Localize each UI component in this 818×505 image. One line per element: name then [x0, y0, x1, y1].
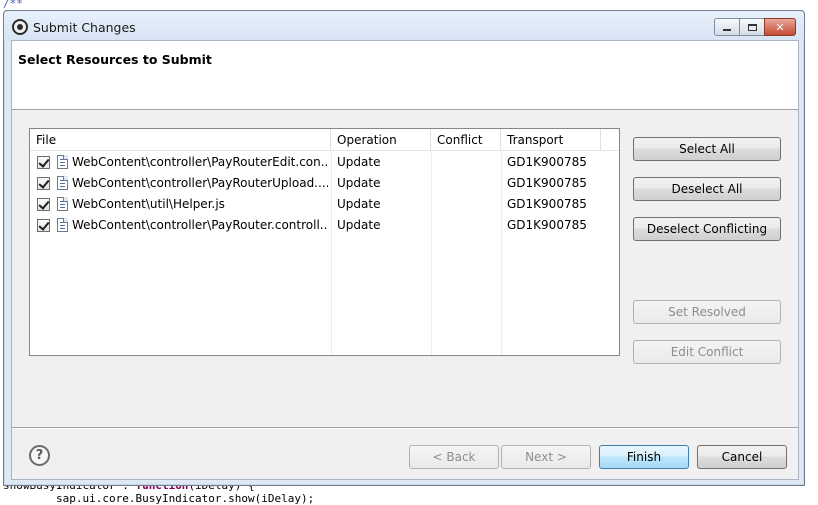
file-cell: WebContent\util\Helper.js [72, 197, 225, 211]
edit-conflict-button[interactable]: Edit Conflict [633, 340, 781, 364]
minimize-button[interactable] [714, 18, 740, 36]
deselect-all-button[interactable]: Deselect All [633, 177, 781, 201]
file-icon [57, 176, 68, 190]
help-icon[interactable]: ? [29, 445, 50, 466]
deselect-conflicting-button[interactable]: Deselect Conflicting [633, 217, 781, 241]
close-button[interactable]: ✕ [764, 18, 796, 36]
table-header: File Operation Conflict Transport [30, 129, 619, 151]
table-row[interactable]: WebContent\controller\PayRouterEdit.con.… [30, 152, 619, 173]
table-row[interactable]: WebContent\controller\PayRouter.controll… [30, 215, 619, 236]
dialog-header: Select Resources to Submit [12, 41, 798, 110]
transport-cell: GD1K900785 [507, 218, 587, 232]
footer-divider [12, 427, 798, 429]
transport-cell: GD1K900785 [507, 155, 587, 169]
file-icon [57, 197, 68, 211]
conflict-cell [437, 194, 499, 215]
operation-cell: Update [337, 218, 381, 232]
file-cell: WebContent\controller\PayRouterEdit.con.… [72, 155, 328, 169]
column-header-file[interactable]: File [30, 129, 331, 151]
close-icon: ✕ [775, 20, 785, 34]
dialog-body: Select Resources to Submit File Operatio… [11, 40, 799, 480]
resources-table[interactable]: File Operation Conflict Transport WebCon… [29, 128, 620, 356]
dialog-title: Submit Changes [33, 20, 136, 35]
finish-button[interactable]: Finish [599, 445, 689, 469]
table-row[interactable]: WebContent\controller\PayRouterUpload...… [30, 173, 619, 194]
row-checkbox[interactable] [37, 177, 50, 190]
column-header-conflict[interactable]: Conflict [431, 129, 501, 151]
operation-cell: Update [337, 155, 381, 169]
conflict-cell [437, 173, 499, 194]
maximize-button[interactable] [739, 18, 765, 36]
column-header-transport[interactable]: Transport [501, 129, 601, 151]
file-cell: WebContent\controller\PayRouterUpload...… [72, 176, 328, 190]
select-all-button[interactable]: Select All [633, 137, 781, 161]
file-cell: WebContent\controller\PayRouter.controll… [72, 218, 328, 232]
row-checkbox[interactable] [37, 219, 50, 232]
row-checkbox[interactable] [37, 198, 50, 211]
maximize-icon [747, 23, 757, 31]
title-bar[interactable]: Submit Changes ✕ [4, 11, 804, 41]
transport-cell: GD1K900785 [507, 176, 587, 190]
minimize-icon [723, 29, 731, 31]
conflict-cell [437, 215, 499, 236]
file-icon [57, 155, 68, 169]
operation-cell: Update [337, 197, 381, 211]
conflict-cell [437, 152, 499, 173]
back-button[interactable]: < Back [409, 445, 499, 469]
background-code-line-2: sap.ui.core.BusyIndicator.show(iDelay); [3, 492, 315, 505]
next-button[interactable]: Next > [501, 445, 591, 469]
operation-cell: Update [337, 176, 381, 190]
row-checkbox[interactable] [37, 156, 50, 169]
window-controls: ✕ [714, 18, 796, 36]
transport-cell: GD1K900785 [507, 197, 587, 211]
cancel-button[interactable]: Cancel [697, 445, 787, 469]
eclipse-gear-icon [12, 19, 28, 35]
submit-changes-dialog: Submit Changes ✕ Select Resources to Sub… [3, 10, 805, 486]
table-row[interactable]: WebContent\util\Helper.js Update GD1K900… [30, 194, 619, 215]
background-code-comment: /** [3, 0, 23, 10]
column-header-operation[interactable]: Operation [331, 129, 431, 151]
header-title: Select Resources to Submit [18, 52, 212, 67]
set-resolved-button[interactable]: Set Resolved [633, 300, 781, 324]
file-icon [57, 218, 68, 232]
